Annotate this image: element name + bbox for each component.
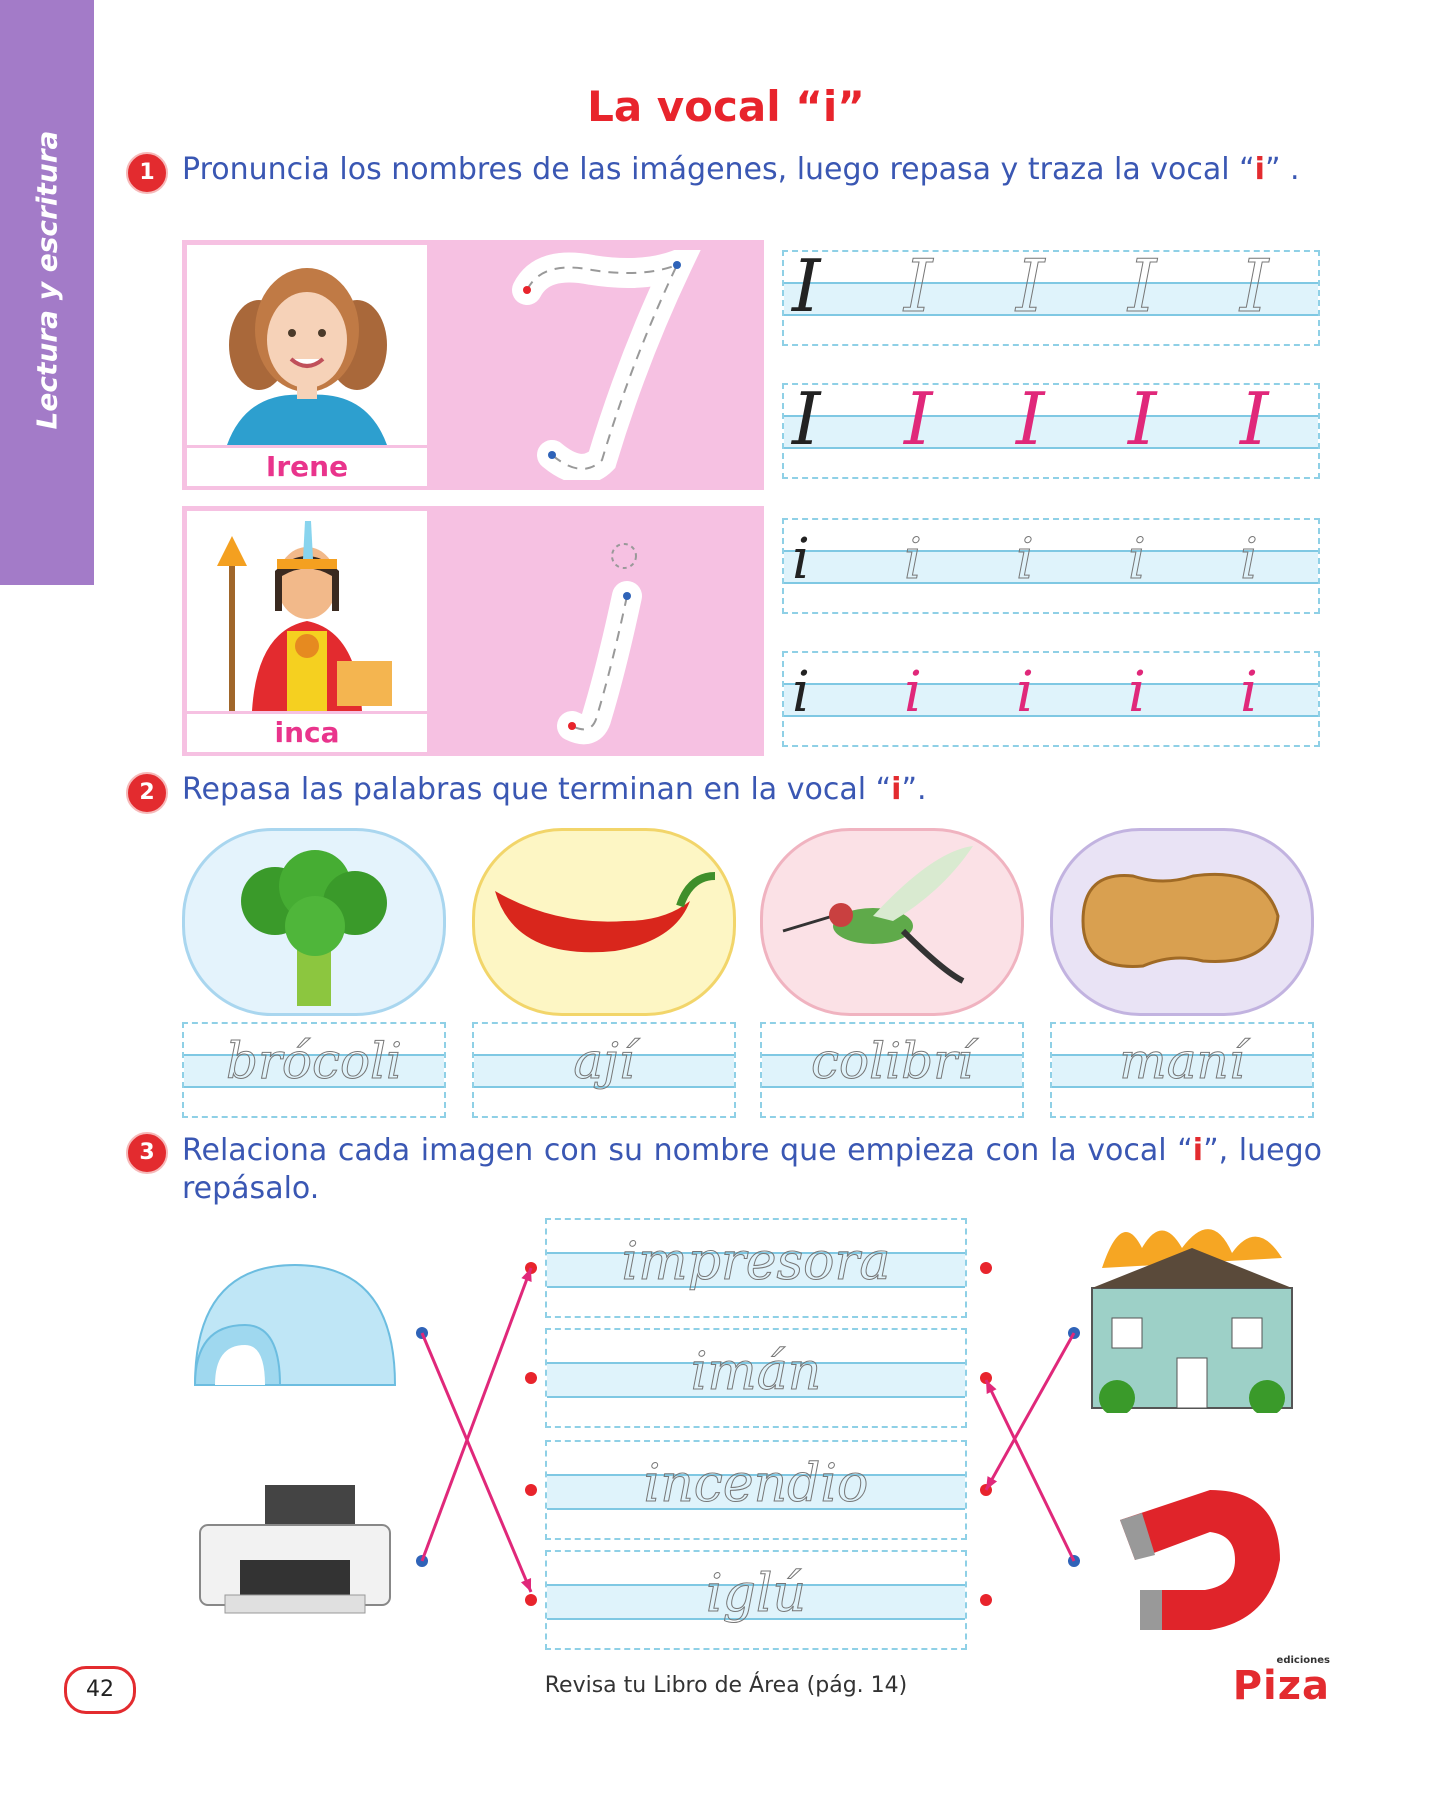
connector-line [420,1332,533,1593]
connector-lines [420,1267,1076,1593]
connector-line [984,1332,1076,1491]
arrow-head-icon [521,1268,532,1282]
brand-logo: ediciones Piza [1220,1655,1330,1715]
brand-name: Piza [1232,1663,1330,1709]
connector-line [984,1379,1076,1562]
connector-line [420,1267,533,1562]
